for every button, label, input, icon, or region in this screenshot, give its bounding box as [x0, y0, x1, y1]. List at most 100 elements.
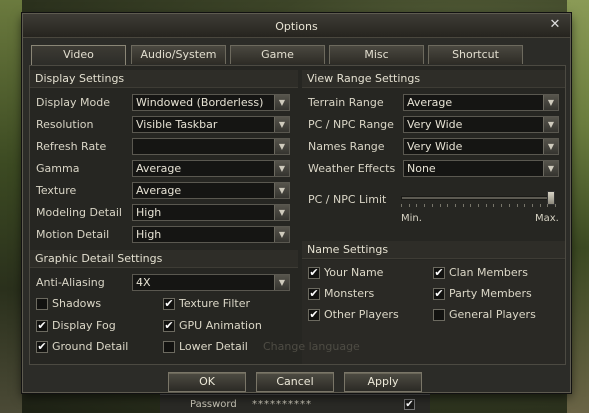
chevron-down-icon[interactable]: ▼ [274, 227, 289, 242]
background-login-strip: Password ********** ✔ [160, 394, 430, 413]
modeling-detail-label: Modeling Detail [36, 206, 122, 219]
checkmark-icon[interactable]: ✔ [163, 320, 175, 332]
checkmark-icon[interactable]: ✔ [308, 267, 320, 279]
close-icon[interactable]: ✕ [548, 18, 562, 32]
slider-tick [401, 204, 402, 207]
cancel-button[interactable]: Cancel [256, 372, 334, 392]
pc-npc-range-label: PC / NPC Range [308, 118, 394, 131]
chevron-down-icon[interactable]: ▼ [543, 95, 558, 110]
tab-game[interactable]: Game [230, 45, 325, 64]
window-title: Options [275, 20, 318, 33]
slider-tick [447, 204, 448, 207]
chevron-down-icon[interactable]: ▼ [274, 117, 289, 132]
texture-filter-label: Texture Filter [179, 297, 251, 310]
chevron-down-icon[interactable]: ▼ [274, 205, 289, 220]
chevron-down-icon[interactable]: ▼ [543, 161, 558, 176]
chevron-down-icon[interactable]: ▼ [274, 139, 289, 154]
checkmark-icon[interactable]: ✔ [308, 288, 320, 300]
slider-tick [478, 204, 479, 207]
ground-detail-label: Ground Detail [52, 340, 129, 353]
anti-aliasing-value: 4X [136, 276, 151, 289]
slider-tick [524, 204, 525, 207]
names-range-select[interactable]: Very Wide ▼ [403, 138, 559, 155]
slider-tick [509, 204, 510, 207]
limit-min-label: Min. [401, 213, 422, 224]
shadows-label: Shadows [52, 297, 102, 310]
slider-tick [486, 204, 487, 207]
chevron-down-icon[interactable]: ▼ [274, 275, 289, 290]
display-fog-label: Display Fog [52, 319, 116, 332]
pc-npc-limit-slider[interactable] [401, 190, 557, 210]
tab-video[interactable]: Video [31, 45, 126, 66]
checkmark-icon[interactable]: ✔ [433, 267, 445, 279]
weather-effects-select[interactable]: None ▼ [403, 160, 559, 177]
resolution-select[interactable]: Visible Taskbar ▼ [132, 116, 290, 133]
checkmark-icon[interactable]: ✔ [36, 341, 48, 353]
checkmark-icon[interactable]: ✔ [308, 309, 320, 321]
modeling-detail-value: High [136, 206, 162, 219]
gamma-select[interactable]: Average ▼ [132, 160, 290, 177]
checkbox-box[interactable] [433, 309, 445, 321]
anti-aliasing-select[interactable]: 4X ▼ [132, 274, 290, 291]
limit-max-label: Max. [535, 213, 559, 224]
texture-label: Texture [36, 184, 77, 197]
checkmark-icon[interactable]: ✔ [36, 320, 48, 332]
terrain-range-label: Terrain Range [308, 96, 384, 109]
slider-tick [493, 204, 494, 207]
checkmark-icon[interactable]: ✔ [433, 288, 445, 300]
password-value: ********** [252, 399, 312, 410]
display-settings-title: Display Settings [30, 70, 298, 88]
terrain-range-select[interactable]: Average ▼ [403, 94, 559, 111]
party-members-label: Party Members [449, 287, 532, 300]
title-bar[interactable]: Options ✕ [23, 14, 570, 38]
ok-button[interactable]: OK [168, 372, 246, 392]
slider-tick [463, 204, 464, 207]
tab-shortcut[interactable]: Shortcut [428, 45, 523, 64]
options-window: Options ✕ Video Audio/System Game Misc S… [22, 13, 571, 393]
tab-misc[interactable]: Misc [329, 45, 424, 64]
motion-detail-label: Motion Detail [36, 228, 110, 241]
checkbox-box[interactable] [36, 298, 48, 310]
display-mode-select[interactable]: Windowed (Borderless) ▼ [132, 94, 290, 111]
slider-tick [470, 204, 471, 207]
slider-thumb[interactable] [547, 191, 555, 205]
terrain-range-value: Average [407, 96, 453, 109]
chevron-down-icon[interactable]: ▼ [543, 117, 558, 132]
checkbox-box[interactable] [163, 341, 175, 353]
display-mode-label: Display Mode [36, 96, 111, 109]
slider-track[interactable] [401, 196, 555, 200]
slider-tick [517, 204, 518, 207]
general-players-label: General Players [449, 308, 536, 321]
chevron-down-icon[interactable]: ▼ [543, 139, 558, 154]
ghost-change-language-text: Change language [263, 340, 360, 353]
other-players-label: Other Players [324, 308, 399, 321]
video-panel: Display Settings Display Mode Windowed (… [29, 65, 566, 365]
pc-npc-range-select[interactable]: Very Wide ▼ [403, 116, 559, 133]
chevron-down-icon[interactable]: ▼ [274, 183, 289, 198]
slider-tick [501, 204, 502, 207]
apply-button[interactable]: Apply [344, 372, 422, 392]
tab-audio-system[interactable]: Audio/System [131, 45, 226, 64]
slider-tick [455, 204, 456, 207]
modeling-detail-select[interactable]: High ▼ [132, 204, 290, 221]
weather-effects-value: None [407, 162, 436, 175]
gamma-value: Average [136, 162, 182, 175]
checkmark-icon[interactable]: ✔ [163, 298, 175, 310]
password-label: Password [190, 399, 237, 410]
weather-effects-label: Weather Effects [308, 162, 396, 175]
motion-detail-select[interactable]: High ▼ [132, 226, 290, 243]
refresh-rate-select[interactable]: ▼ [132, 138, 290, 155]
texture-select[interactable]: Average ▼ [132, 182, 290, 199]
slider-tick [540, 204, 541, 207]
pc-npc-limit-label: PC / NPC Limit [308, 193, 387, 206]
graphic-detail-title: Graphic Detail Settings [30, 250, 298, 268]
your-name-label: Your Name [324, 266, 384, 279]
resolution-value: Visible Taskbar [136, 118, 218, 131]
chevron-down-icon[interactable]: ▼ [274, 95, 289, 110]
checkmark-icon: ✔ [404, 399, 415, 410]
slider-tick [555, 204, 556, 207]
names-range-label: Names Range [308, 140, 385, 153]
slider-tick [440, 204, 441, 207]
chevron-down-icon[interactable]: ▼ [274, 161, 289, 176]
slider-tick [532, 204, 533, 207]
